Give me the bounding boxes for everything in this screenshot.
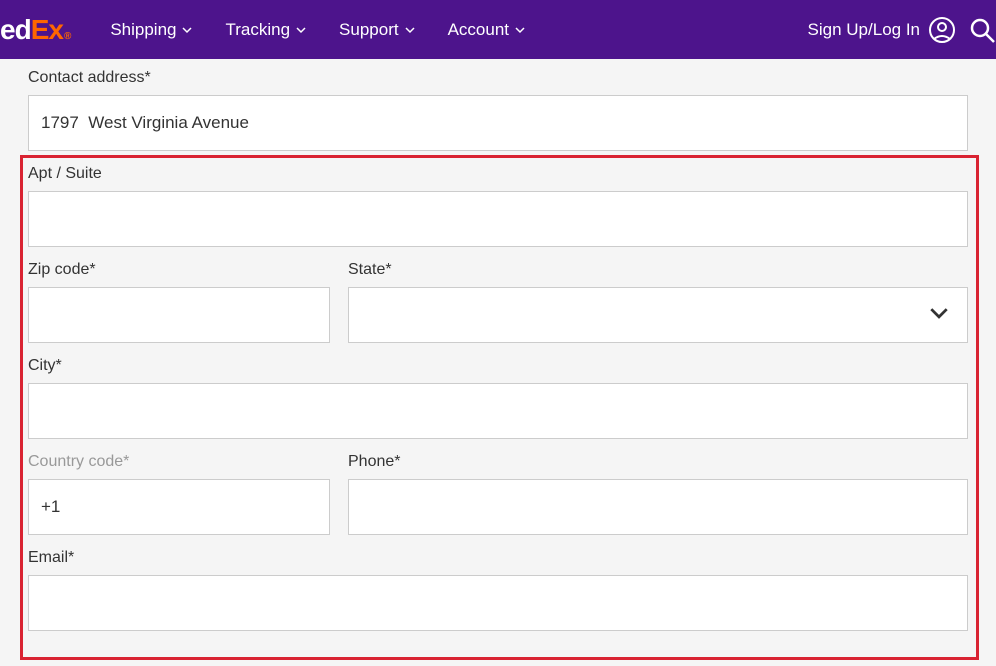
contact-address-label: Contact address* — [28, 69, 968, 87]
logo-fed-part: ed — [0, 14, 31, 46]
country-phone-row: Country code* Phone* — [28, 453, 968, 549]
nav-account-label: Account — [448, 20, 509, 40]
main-header: edEx® Shipping Tracking Support Account — [0, 0, 996, 59]
apt-suite-input[interactable] — [28, 191, 968, 247]
search-icon[interactable] — [968, 16, 996, 44]
contact-address-group: Contact address* — [28, 69, 968, 151]
phone-input[interactable] — [348, 479, 968, 535]
apt-suite-group: Apt / Suite — [28, 165, 968, 247]
form-container: Contact address* Apt / Suite Zip code* S… — [0, 59, 996, 631]
zip-state-row: Zip code* State* — [28, 261, 968, 357]
country-code-label: Country code* — [28, 453, 330, 471]
email-input[interactable] — [28, 575, 968, 631]
state-select[interactable] — [348, 287, 968, 343]
user-icon — [928, 16, 956, 44]
contact-address-input[interactable] — [28, 95, 968, 151]
logo-ex-part: Ex — [31, 14, 63, 46]
nav-shipping[interactable]: Shipping — [110, 20, 193, 40]
zip-label: Zip code* — [28, 261, 330, 279]
zip-group: Zip code* — [28, 261, 330, 343]
nav-shipping-label: Shipping — [110, 20, 176, 40]
nav-account[interactable]: Account — [448, 20, 526, 40]
chevron-down-icon — [295, 24, 307, 36]
country-code-input[interactable] — [28, 479, 330, 535]
state-label: State* — [348, 261, 968, 279]
nav-tracking-label: Tracking — [225, 20, 290, 40]
email-group: Email* — [28, 549, 968, 631]
country-code-group: Country code* — [28, 453, 330, 535]
state-group: State* — [348, 261, 968, 343]
phone-group: Phone* — [348, 453, 968, 535]
chevron-down-icon — [514, 24, 526, 36]
chevron-down-icon — [404, 24, 416, 36]
header-right: Sign Up/Log In — [808, 16, 996, 44]
city-label: City* — [28, 357, 968, 375]
city-group: City* — [28, 357, 968, 439]
main-nav: Shipping Tracking Support Account — [110, 20, 526, 40]
signin-button[interactable]: Sign Up/Log In — [808, 16, 956, 44]
apt-suite-label: Apt / Suite — [28, 165, 968, 183]
fedex-logo[interactable]: edEx® — [0, 14, 70, 46]
signin-label: Sign Up/Log In — [808, 20, 920, 40]
city-input[interactable] — [28, 383, 968, 439]
nav-support[interactable]: Support — [339, 20, 416, 40]
chevron-down-icon — [181, 24, 193, 36]
email-label: Email* — [28, 549, 968, 567]
phone-label: Phone* — [348, 453, 968, 471]
zip-input[interactable] — [28, 287, 330, 343]
nav-tracking[interactable]: Tracking — [225, 20, 307, 40]
nav-support-label: Support — [339, 20, 399, 40]
logo-dot: ® — [64, 31, 70, 42]
state-select-wrapper — [348, 287, 968, 343]
